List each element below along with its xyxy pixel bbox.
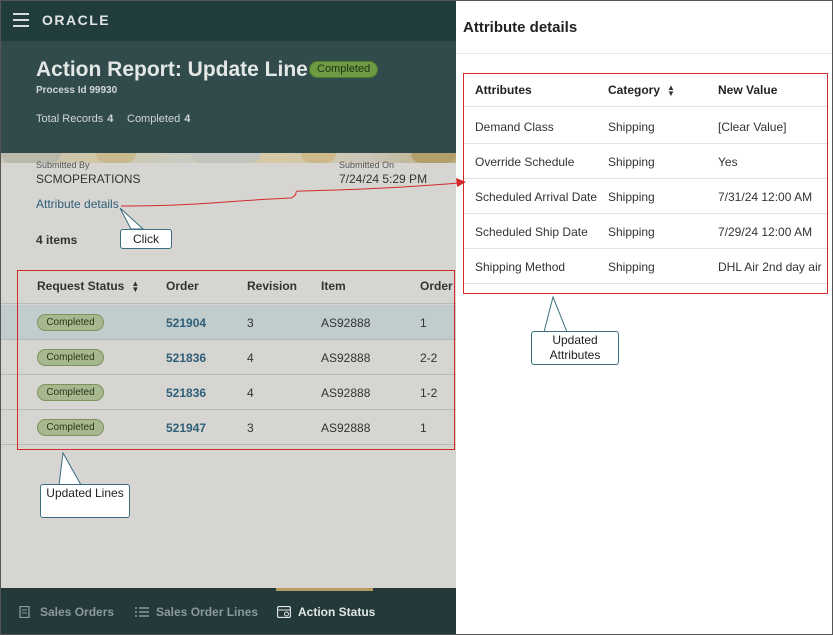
click-callout: Click — [120, 229, 172, 249]
updated-lines-callout: Updated Lines — [40, 484, 130, 518]
updated-attributes-callout: Updated Attributes — [531, 331, 619, 365]
annotation-arrow — [58, 178, 568, 486]
screenshot-frame: ORACLE Action Report: Update Line Comple… — [0, 0, 833, 635]
